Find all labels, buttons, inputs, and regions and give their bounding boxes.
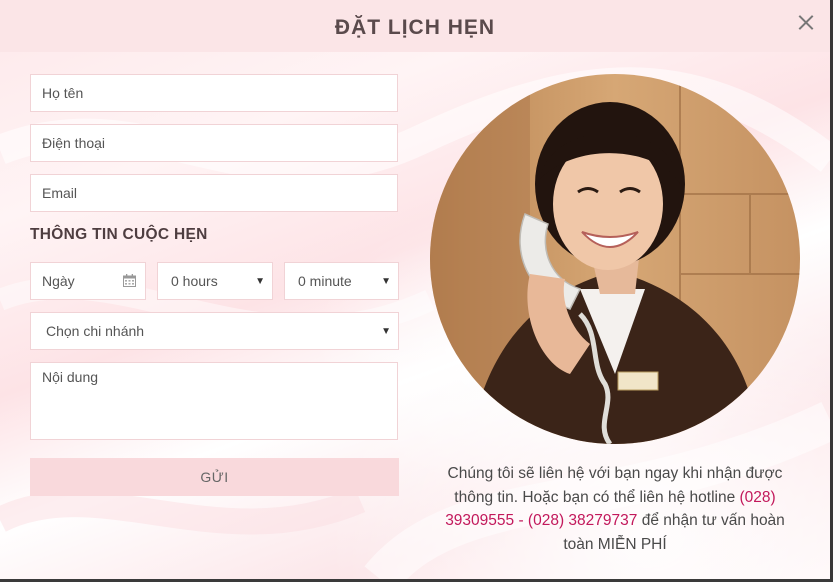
booking-modal: ĐẶT LỊCH HẸN Họ tên Điện thoại Email THÔ… [0, 0, 830, 579]
phone-field[interactable]: Điện thoại [30, 124, 398, 162]
name-field[interactable]: Họ tên [30, 74, 398, 112]
contact-info-intro: Chúng tôi sẽ liên hệ với bạn ngay khi nh… [447, 465, 783, 506]
submit-button[interactable]: GỬI [30, 458, 399, 496]
minute-value: 0 minute [298, 273, 352, 289]
hours-value: 0 hours [171, 273, 218, 289]
caret-down-icon: ▼ [381, 326, 391, 337]
caret-down-icon: ▼ [255, 276, 265, 287]
calendar-icon [123, 274, 136, 287]
branch-select[interactable]: Chọn chi nhánh ▼ [30, 312, 399, 350]
appointment-section-title: THÔNG TIN CUỘC HẸN [30, 226, 208, 243]
content-textarea[interactable]: Nội dung [30, 362, 398, 440]
receptionist-illustration [430, 74, 800, 444]
email-field[interactable]: Email [30, 174, 398, 212]
branch-value: Chọn chi nhánh [46, 323, 145, 339]
modal-header: ĐẶT LỊCH HẸN [0, 0, 830, 52]
receptionist-photo [430, 74, 800, 444]
minute-select[interactable]: 0 minute ▼ [284, 262, 399, 300]
date-field[interactable]: Ngày [30, 262, 146, 300]
hours-select[interactable]: 0 hours ▼ [157, 262, 273, 300]
close-icon[interactable] [796, 13, 816, 33]
date-placeholder: Ngày [42, 273, 75, 289]
contact-info-text: Chúng tôi sẽ liên hệ với bạn ngay khi nh… [430, 462, 800, 556]
modal-title: ĐẶT LỊCH HẸN [334, 16, 496, 39]
caret-down-icon: ▼ [381, 276, 391, 287]
